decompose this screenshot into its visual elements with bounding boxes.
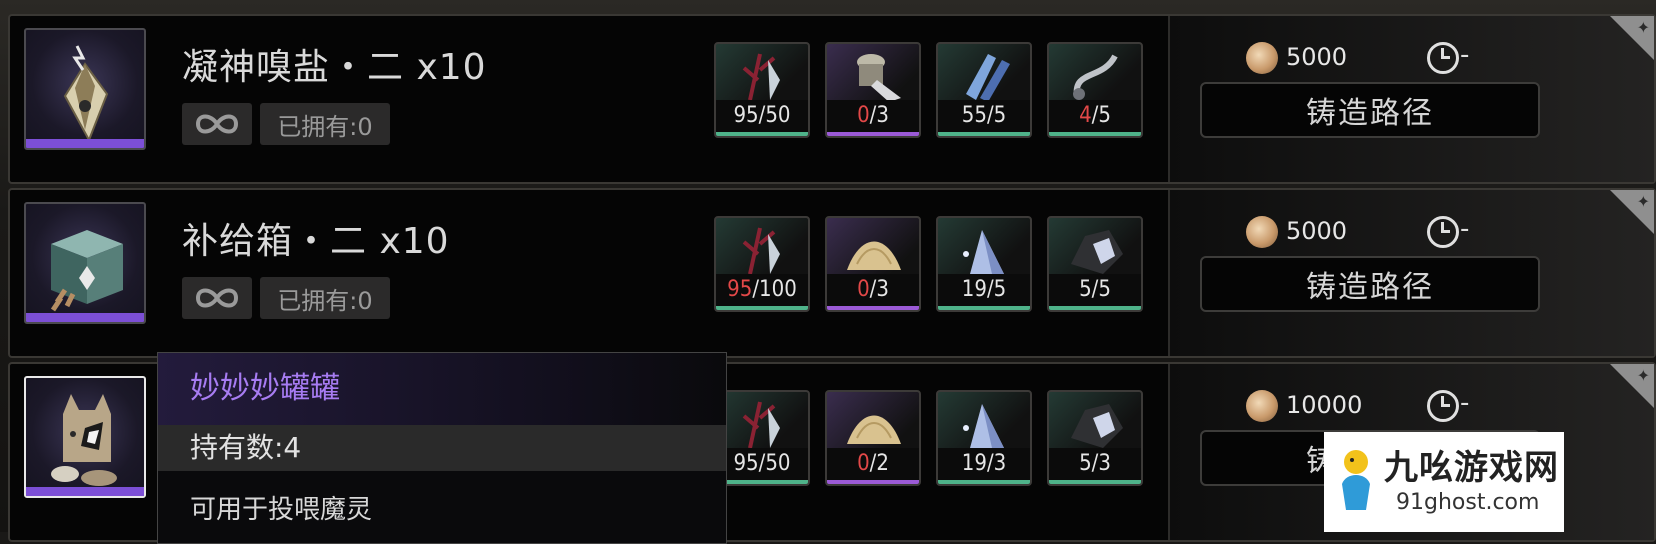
material-count: 4/5 bbox=[1049, 100, 1141, 132]
pin-icon[interactable]: ✦ bbox=[1610, 190, 1654, 234]
red-crystal-branch-icon bbox=[742, 227, 780, 275]
forge-panel: 5000 - 铸造路径 ✦ bbox=[1168, 190, 1654, 356]
infinity-badge bbox=[182, 103, 252, 145]
material-slot[interactable]: 95/50 bbox=[714, 390, 810, 486]
smelling-salt-icon bbox=[63, 45, 109, 143]
tooltip-description: 可用于投喂魔灵 bbox=[190, 495, 373, 525]
material-slot[interactable]: 5/5 bbox=[1047, 216, 1143, 312]
dark-ore-icon bbox=[1071, 230, 1123, 274]
bone-fragment-icon bbox=[857, 54, 901, 102]
ice-crystal-icon bbox=[963, 404, 1004, 448]
blue-crystal-icon bbox=[966, 54, 1010, 102]
cost-value: 10000 bbox=[1286, 391, 1363, 419]
material-count: 95/100 bbox=[716, 274, 808, 306]
item-thumbnail[interactable] bbox=[24, 376, 146, 498]
clock-icon bbox=[1427, 390, 1459, 422]
infinity-icon bbox=[195, 288, 239, 308]
material-count: 19/5 bbox=[938, 274, 1030, 306]
material-slot[interactable]: 5/3 bbox=[1047, 390, 1143, 486]
material-slot[interactable]: 0/2 bbox=[825, 390, 921, 486]
dark-ore-icon bbox=[1071, 404, 1123, 448]
item-tooltip: 妙妙妙罐罐 持有数:4 可用于投喂魔灵 bbox=[157, 352, 727, 544]
material-count: 0/3 bbox=[827, 100, 919, 132]
material-count: 5/5 bbox=[1049, 274, 1141, 306]
red-crystal-branch-icon bbox=[742, 401, 780, 449]
material-slot[interactable]: 95/50 bbox=[714, 42, 810, 138]
forge-panel: 5000 - 铸造路径 ✦ bbox=[1168, 16, 1654, 182]
material-slot[interactable]: 0/3 bbox=[825, 216, 921, 312]
forge-path-button[interactable]: 铸造路径 bbox=[1200, 256, 1540, 312]
coin-icon bbox=[1246, 42, 1278, 74]
coin-icon bbox=[1246, 390, 1278, 422]
watermark-name: 九吆游戏网 bbox=[1384, 448, 1559, 488]
watermark: 九吆游戏网 91ghost.com bbox=[1324, 432, 1564, 532]
owned-count: 已拥有:0 bbox=[260, 103, 390, 145]
cost-value: 5000 bbox=[1286, 43, 1348, 71]
infinity-icon bbox=[195, 114, 239, 134]
material-slot[interactable]: 19/3 bbox=[936, 390, 1032, 486]
cost-value: 5000 bbox=[1286, 217, 1348, 245]
item-thumbnail[interactable] bbox=[24, 28, 146, 150]
material-count: 0/2 bbox=[827, 448, 919, 480]
material-slot[interactable]: 0/3 bbox=[825, 42, 921, 138]
material-slot[interactable]: 19/5 bbox=[936, 216, 1032, 312]
tooltip-hold-count: 持有数:4 bbox=[158, 425, 726, 471]
craft-row[interactable]: 凝神嗅盐・二 x10 已拥有:0 95/50 0/3 55/5 4/5 5000… bbox=[8, 14, 1656, 184]
forge-path-button[interactable]: 铸造路径 bbox=[1200, 82, 1540, 138]
ice-crystal-icon bbox=[963, 230, 1004, 274]
item-thumbnail[interactable] bbox=[24, 202, 146, 324]
material-count: 55/5 bbox=[938, 100, 1030, 132]
supply-box-icon bbox=[50, 230, 123, 312]
time-value: - bbox=[1460, 40, 1470, 70]
cat-can-icon bbox=[51, 394, 117, 486]
item-title: 凝神嗅盐・二 x10 bbox=[182, 47, 487, 88]
watermark-url: 91ghost.com bbox=[1396, 490, 1540, 515]
coin-icon bbox=[1246, 216, 1278, 248]
material-count: 95/50 bbox=[716, 448, 808, 480]
time-value: - bbox=[1460, 214, 1470, 244]
craft-row[interactable]: 补给箱・二 x10 已拥有:0 95/100 0/3 19/5 5/5 5000… bbox=[8, 188, 1656, 358]
material-slot[interactable]: 4/5 bbox=[1047, 42, 1143, 138]
material-count: 95/50 bbox=[716, 100, 808, 132]
pin-icon[interactable]: ✦ bbox=[1610, 364, 1654, 408]
pin-icon[interactable]: ✦ bbox=[1610, 16, 1654, 60]
time-value: - bbox=[1460, 388, 1470, 418]
sand-pile-icon bbox=[847, 415, 901, 444]
red-crystal-branch-icon bbox=[742, 53, 780, 101]
material-count: 0/3 bbox=[827, 274, 919, 306]
material-count: 5/3 bbox=[1049, 448, 1141, 480]
item-title: 补给箱・二 x10 bbox=[182, 221, 450, 262]
owned-count: 已拥有:0 bbox=[260, 277, 390, 319]
clock-icon bbox=[1427, 42, 1459, 74]
material-count: 19/3 bbox=[938, 448, 1030, 480]
site-logo-icon bbox=[1342, 450, 1370, 510]
infinity-badge bbox=[182, 277, 252, 319]
silver-hook-icon bbox=[1073, 54, 1118, 100]
material-slot[interactable]: 55/5 bbox=[936, 42, 1032, 138]
clock-icon bbox=[1427, 216, 1459, 248]
sand-pile-icon bbox=[847, 241, 901, 270]
material-slot[interactable]: 95/100 bbox=[714, 216, 810, 312]
tooltip-item-name: 妙妙妙罐罐 bbox=[158, 353, 726, 425]
